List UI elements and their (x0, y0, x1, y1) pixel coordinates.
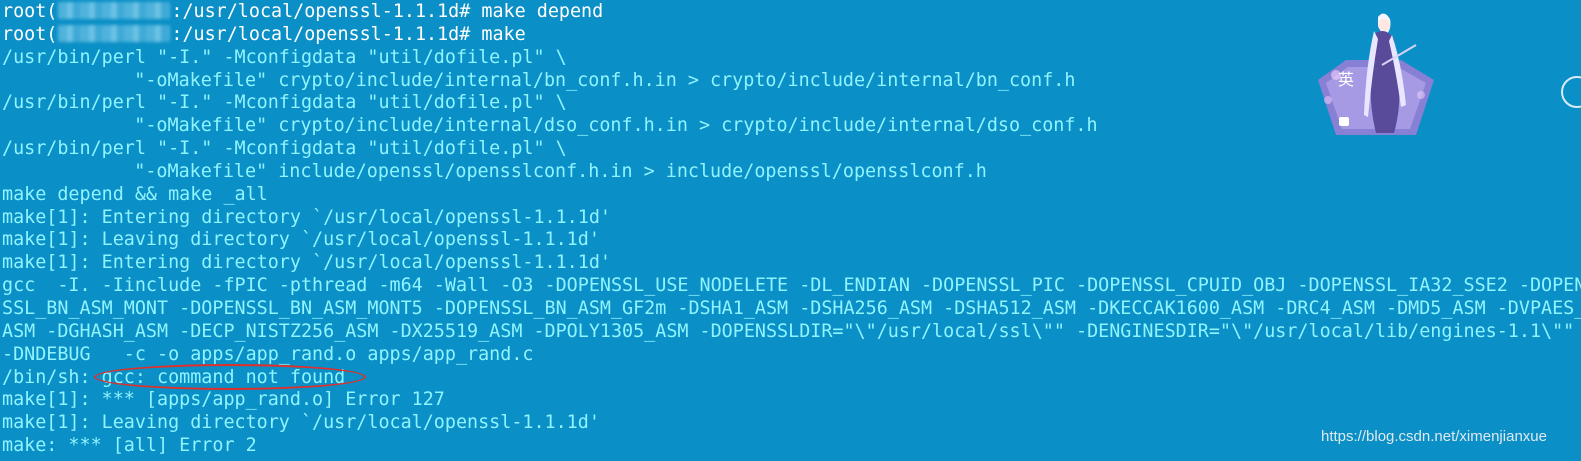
error-message: gcc: command not found (101, 366, 346, 388)
prompt-path: :/usr/local/openssl-1.1.1d# (171, 23, 471, 45)
prompt-user: root( (2, 1, 58, 22)
watermark-url: https://blog.csdn.net/ximenjianxue (1321, 428, 1547, 445)
command-text: make depend (470, 1, 604, 22)
error-prefix: /bin/sh: (2, 366, 102, 388)
command-text: make (470, 23, 526, 45)
prompt-path: :/usr/local/openssl-1.1.1d# (171, 1, 471, 22)
prompt-user: root( (2, 23, 58, 45)
redacted-hostname (58, 24, 171, 42)
terminal-line: make depend && make _all (2, 183, 268, 205)
badge-character: 英 (1338, 70, 1354, 89)
terminal-line: -DNDEBUG -c -o apps/app_rand.o apps/app_… (2, 343, 534, 365)
terminal-line-error: /bin/sh: gcc: command not found (2, 363, 1581, 390)
error-highlight: gcc: command not found (93, 363, 366, 390)
terminal-line: make[1]: *** [apps/app_rand.o] Error 127 (2, 389, 445, 411)
anime-avatar-badge: 英 (1318, 13, 1434, 135)
terminal-line: SSL_BN_ASM_MONT -DOPENSSL_BN_ASM_MONT5 -… (2, 297, 1581, 319)
terminal-line: "-oMakefile" include/openssl/opensslconf… (90, 160, 987, 182)
terminal-line: make[1]: Entering directory `/usr/local/… (2, 252, 611, 274)
terminal-line: /usr/bin/perl "-I." -Mconfigdata "util/d… (2, 138, 567, 160)
redacted-hostname (58, 2, 171, 19)
terminal-line: ASM -DGHASH_ASM -DECP_NISTZ256_ASM -DX25… (2, 320, 1575, 342)
terminal-window[interactable]: root( :/usr/local/openssl-1.1.1d# make de… (0, 0, 1581, 461)
terminal-line: gcc -I. -Iinclude -fPIC -pthread -m64 -W… (2, 275, 1581, 297)
terminal-line: make[1]: Leaving directory `/usr/local/o… (2, 229, 600, 251)
terminal-line: make[1]: Entering directory `/usr/local/… (2, 206, 611, 228)
